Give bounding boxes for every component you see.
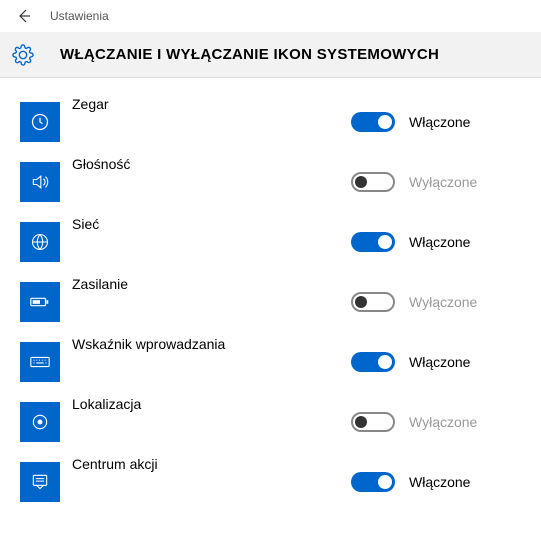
toggle-volume[interactable] [351, 172, 395, 192]
location-icon [20, 402, 60, 442]
setting-row-clock: Zegar Włączone [20, 92, 521, 152]
page-title: WŁĄCZANIE I WYŁĄCZANIE IKON SYSTEMOWYCH [60, 46, 439, 63]
setting-row-power: Zasilanie Wyłączone [20, 272, 521, 332]
toggle-status: Wyłączone [409, 294, 477, 310]
toggle-status: Włączone [409, 234, 470, 250]
setting-label: Centrum akcji [72, 452, 351, 472]
setting-row-volume: Głośność Wyłączone [20, 152, 521, 212]
toggle-power[interactable] [351, 292, 395, 312]
setting-row-input: Wskaźnik wprowadzania Włączone [20, 332, 521, 392]
toggle-network[interactable] [351, 232, 395, 252]
keyboard-icon [20, 342, 60, 382]
gear-icon [12, 44, 34, 66]
titlebar-app-name: Ustawienia [50, 9, 109, 23]
battery-icon [20, 282, 60, 322]
header: WŁĄCZANIE I WYŁĄCZANIE IKON SYSTEMOWYCH [0, 32, 541, 78]
toggle-status: Włączone [409, 354, 470, 370]
setting-label: Sieć [72, 212, 351, 232]
setting-label: Głośność [72, 152, 351, 172]
volume-icon [20, 162, 60, 202]
settings-list: Zegar Włączone Głośność Wyłączone Sieć W… [0, 78, 541, 526]
action-center-icon [20, 462, 60, 502]
setting-row-action-center: Centrum akcji Włączone [20, 452, 521, 512]
toggle-clock[interactable] [351, 112, 395, 132]
setting-label: Wskaźnik wprowadzania [72, 332, 351, 352]
clock-icon [20, 102, 60, 142]
setting-label: Lokalizacja [72, 392, 351, 412]
setting-label: Zasilanie [72, 272, 351, 292]
globe-icon [20, 222, 60, 262]
setting-label: Zegar [72, 92, 351, 112]
toggle-input[interactable] [351, 352, 395, 372]
titlebar: Ustawienia [0, 0, 541, 32]
setting-row-location: Lokalizacja Wyłączone [20, 392, 521, 452]
toggle-status: Włączone [409, 474, 470, 490]
setting-row-network: Sieć Włączone [20, 212, 521, 272]
toggle-action-center[interactable] [351, 472, 395, 492]
toggle-location[interactable] [351, 412, 395, 432]
back-button[interactable] [8, 0, 40, 32]
toggle-status: Wyłączone [409, 174, 477, 190]
arrow-left-icon [16, 8, 32, 24]
toggle-status: Wyłączone [409, 414, 477, 430]
toggle-status: Włączone [409, 114, 470, 130]
